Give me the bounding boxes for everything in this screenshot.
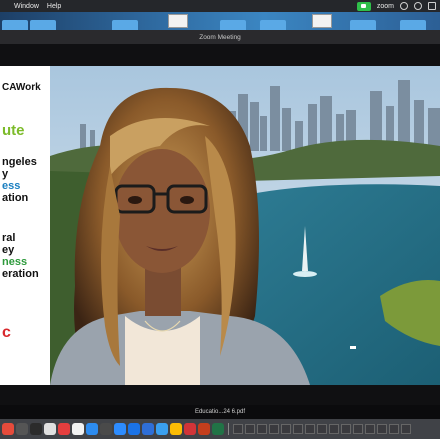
file-name[interactable]: Educatio...24 6.pdf — [195, 409, 245, 415]
minimized-window[interactable] — [293, 424, 303, 434]
minimized-window[interactable] — [353, 424, 363, 434]
banner-line: ess — [2, 180, 21, 192]
document-icon[interactable] — [168, 14, 188, 28]
wifi-icon[interactable] — [400, 2, 408, 10]
folder-icon[interactable] — [112, 20, 138, 30]
banner-line: ness — [2, 256, 28, 268]
desktop-background — [0, 12, 440, 30]
minimized-window[interactable] — [377, 424, 387, 434]
bluetooth-icon[interactable] — [414, 2, 422, 10]
banner-line: CAWork — [2, 82, 41, 93]
word-icon[interactable] — [128, 423, 140, 435]
minimized-window[interactable] — [329, 424, 339, 434]
appletv-icon[interactable] — [30, 423, 42, 435]
banner-line: y — [2, 168, 9, 180]
banner-line: c — [2, 324, 11, 341]
menu-help[interactable]: Help — [47, 3, 61, 10]
banner-line: eration — [2, 268, 39, 280]
folder-icon[interactable] — [260, 20, 286, 30]
dock — [0, 419, 440, 439]
folder-icon[interactable] — [400, 20, 426, 30]
minimized-window[interactable] — [245, 424, 255, 434]
dock-separator — [228, 423, 229, 435]
camera-icon[interactable] — [356, 1, 371, 11]
calendar-icon[interactable] — [2, 423, 14, 435]
menubar: Window Help zoom — [0, 0, 440, 12]
zoom-meeting-window: Zoom Meeting CAWork ute ngeles y ess ati… — [0, 30, 440, 405]
acrobat-icon[interactable] — [184, 423, 196, 435]
minimized-window[interactable] — [401, 424, 411, 434]
settings-icon[interactable] — [100, 423, 112, 435]
window-title: Zoom Meeting — [199, 33, 241, 41]
zoom-app-icon[interactable] — [114, 423, 126, 435]
minimized-window[interactable] — [305, 424, 315, 434]
video-feed[interactable]: CAWork ute ngeles y ess ation ral ey nes… — [0, 66, 440, 385]
video-scene — [50, 66, 440, 385]
minimized-window[interactable] — [233, 424, 243, 434]
minimized-window[interactable] — [341, 424, 351, 434]
banner-line: ngeles — [2, 156, 37, 168]
outlook-icon[interactable] — [142, 423, 154, 435]
window-titlebar[interactable]: Zoom Meeting — [0, 30, 440, 44]
minimized-window[interactable] — [365, 424, 375, 434]
reminders-icon[interactable] — [72, 423, 84, 435]
news-icon[interactable] — [58, 423, 70, 435]
banner-line: ute — [2, 122, 25, 139]
file-label: Educatio...24 6.pdf — [0, 405, 440, 419]
teams-icon[interactable] — [156, 423, 168, 435]
folder-icon[interactable] — [30, 20, 56, 30]
folder-icon[interactable] — [2, 20, 28, 30]
finder-icon[interactable] — [16, 423, 28, 435]
minimized-window[interactable] — [257, 424, 267, 434]
excel-icon[interactable] — [212, 423, 224, 435]
menu-window[interactable]: Window — [14, 3, 39, 10]
banner-line: ation — [2, 192, 29, 204]
virtual-background-banner: CAWork ute ngeles y ess ation ral ey nes… — [0, 66, 50, 385]
minimized-window[interactable] — [317, 424, 327, 434]
menubar-status-area: zoom — [356, 1, 436, 11]
minimized-window[interactable] — [281, 424, 291, 434]
document-icon[interactable] — [312, 14, 332, 28]
appstore-icon[interactable] — [86, 423, 98, 435]
minimized-window[interactable] — [389, 424, 399, 434]
banner-line: ey — [2, 244, 15, 256]
folder-icon[interactable] — [220, 20, 246, 30]
chrome-icon[interactable] — [170, 423, 182, 435]
minimized-window[interactable] — [269, 424, 279, 434]
folder-icon[interactable] — [350, 20, 376, 30]
banner-line: ral — [2, 232, 16, 244]
control-center-icon[interactable] — [428, 2, 436, 10]
powerpoint-icon[interactable] — [198, 423, 210, 435]
notes-icon[interactable] — [44, 423, 56, 435]
zoom-menu-icon[interactable]: zoom — [377, 3, 394, 10]
